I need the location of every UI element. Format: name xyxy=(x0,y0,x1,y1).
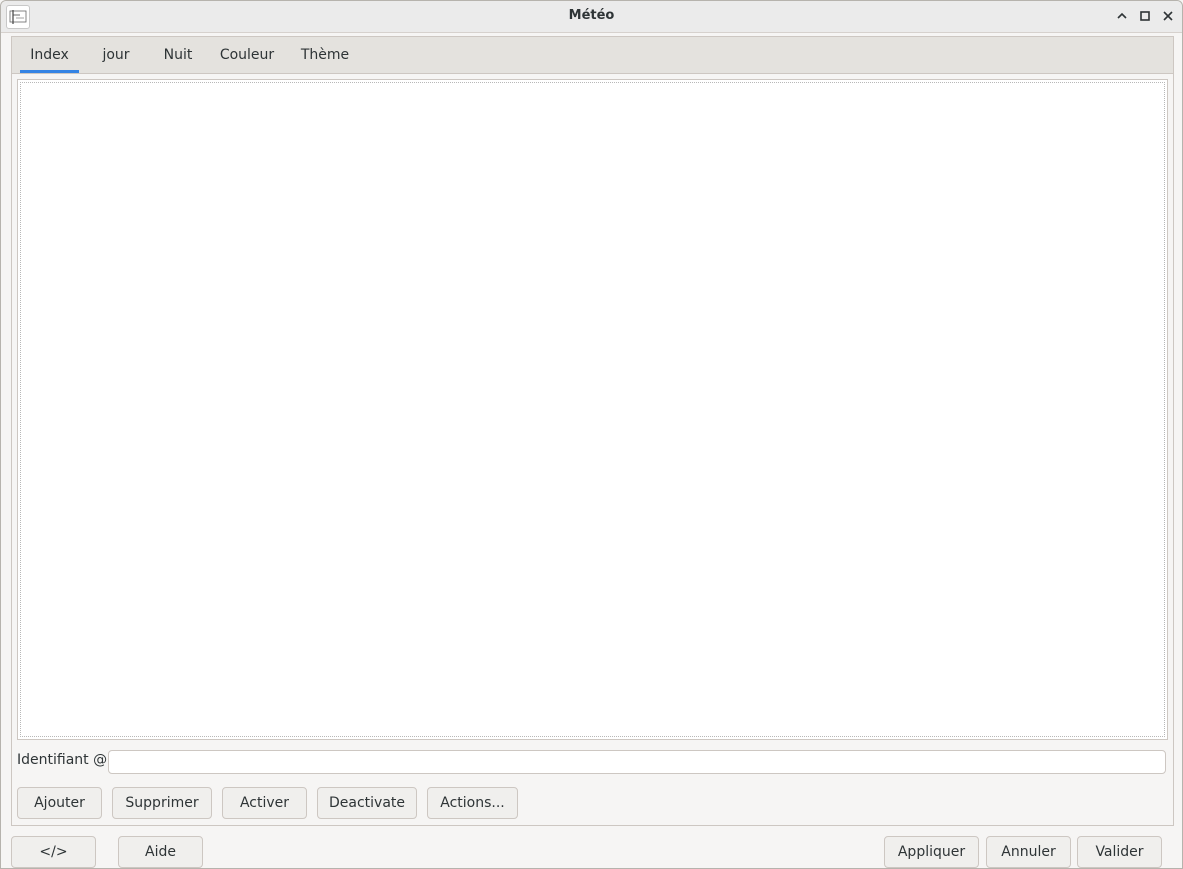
actions-button[interactable]: Actions... xyxy=(427,787,518,819)
help-button[interactable]: Aide xyxy=(118,836,203,868)
tab-panel: Index jour Nuit Couleur Thème Identifian… xyxy=(11,36,1174,826)
tab-nuit[interactable]: Nuit xyxy=(157,37,199,73)
ok-button[interactable]: Valider xyxy=(1077,836,1162,868)
close-icon[interactable] xyxy=(1159,7,1177,25)
apply-button[interactable]: Appliquer xyxy=(884,836,979,868)
title-bar[interactable]: Météo xyxy=(1,1,1182,33)
index-list[interactable] xyxy=(17,79,1168,740)
dialog-window: Météo Index jour Nuit Couleur Thème Iden… xyxy=(0,0,1183,869)
maximize-icon[interactable] xyxy=(1136,7,1154,25)
window-title: Météo xyxy=(568,8,615,23)
cancel-button[interactable]: Annuler xyxy=(986,836,1071,868)
activate-button[interactable]: Activer xyxy=(222,787,307,819)
identifier-input[interactable] xyxy=(108,750,1166,774)
list-focus-frame xyxy=(20,82,1165,737)
source-button[interactable]: </> xyxy=(11,836,96,868)
tab-couleur[interactable]: Couleur xyxy=(216,37,278,73)
add-button[interactable]: Ajouter xyxy=(17,787,102,819)
identifier-label: Identifiant @ xyxy=(17,752,108,768)
tab-bar: Index jour Nuit Couleur Thème xyxy=(12,37,1173,74)
tab-index[interactable]: Index xyxy=(20,37,79,73)
tab-theme[interactable]: Thème xyxy=(297,37,353,73)
delete-button[interactable]: Supprimer xyxy=(112,787,212,819)
minimize-icon[interactable] xyxy=(1113,7,1131,25)
deactivate-button[interactable]: Deactivate xyxy=(317,787,417,819)
tab-jour[interactable]: jour xyxy=(96,37,136,73)
